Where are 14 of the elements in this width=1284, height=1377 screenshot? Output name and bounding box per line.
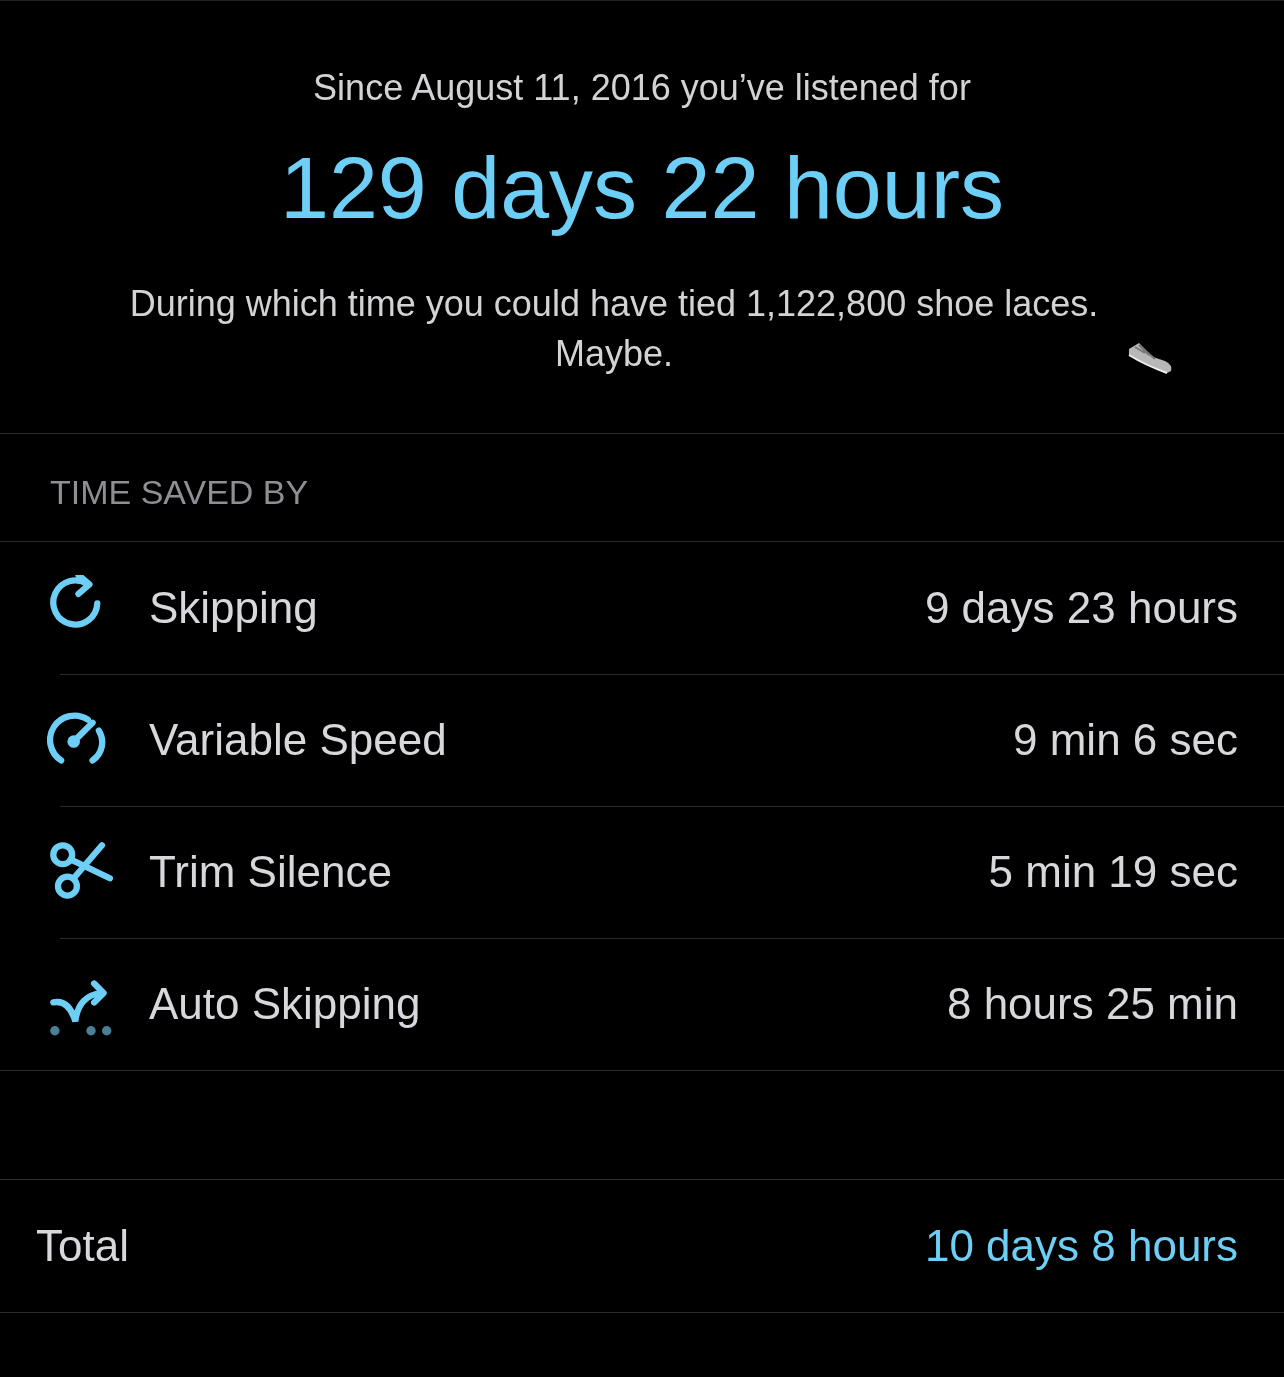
row-label: Skipping: [149, 583, 319, 633]
row-value: 9 days 23 hours: [924, 583, 1238, 633]
row-label: Auto Skipping: [149, 979, 422, 1029]
row-label: Trim Silence: [149, 847, 393, 897]
fun-fact-text: During which time you could have tied 1,122,800 shoe laces. Maybe.: [128, 282, 1100, 376]
row-value: 8 hours 25 min: [946, 979, 1238, 1029]
total-value: 10 days 8 hours: [924, 1221, 1238, 1271]
section-header: TIME SAVED BY: [50, 473, 309, 512]
row-label: Variable Speed: [149, 715, 448, 765]
row-value: 5 min 19 sec: [988, 847, 1238, 897]
row-value: 9 min 6 sec: [1013, 715, 1238, 765]
intro-text: Since August 11, 2016 you’ve listened for: [312, 66, 972, 110]
total-label: Total: [36, 1221, 129, 1271]
total-listened-time: 129 days 22 hours: [278, 137, 1006, 239]
